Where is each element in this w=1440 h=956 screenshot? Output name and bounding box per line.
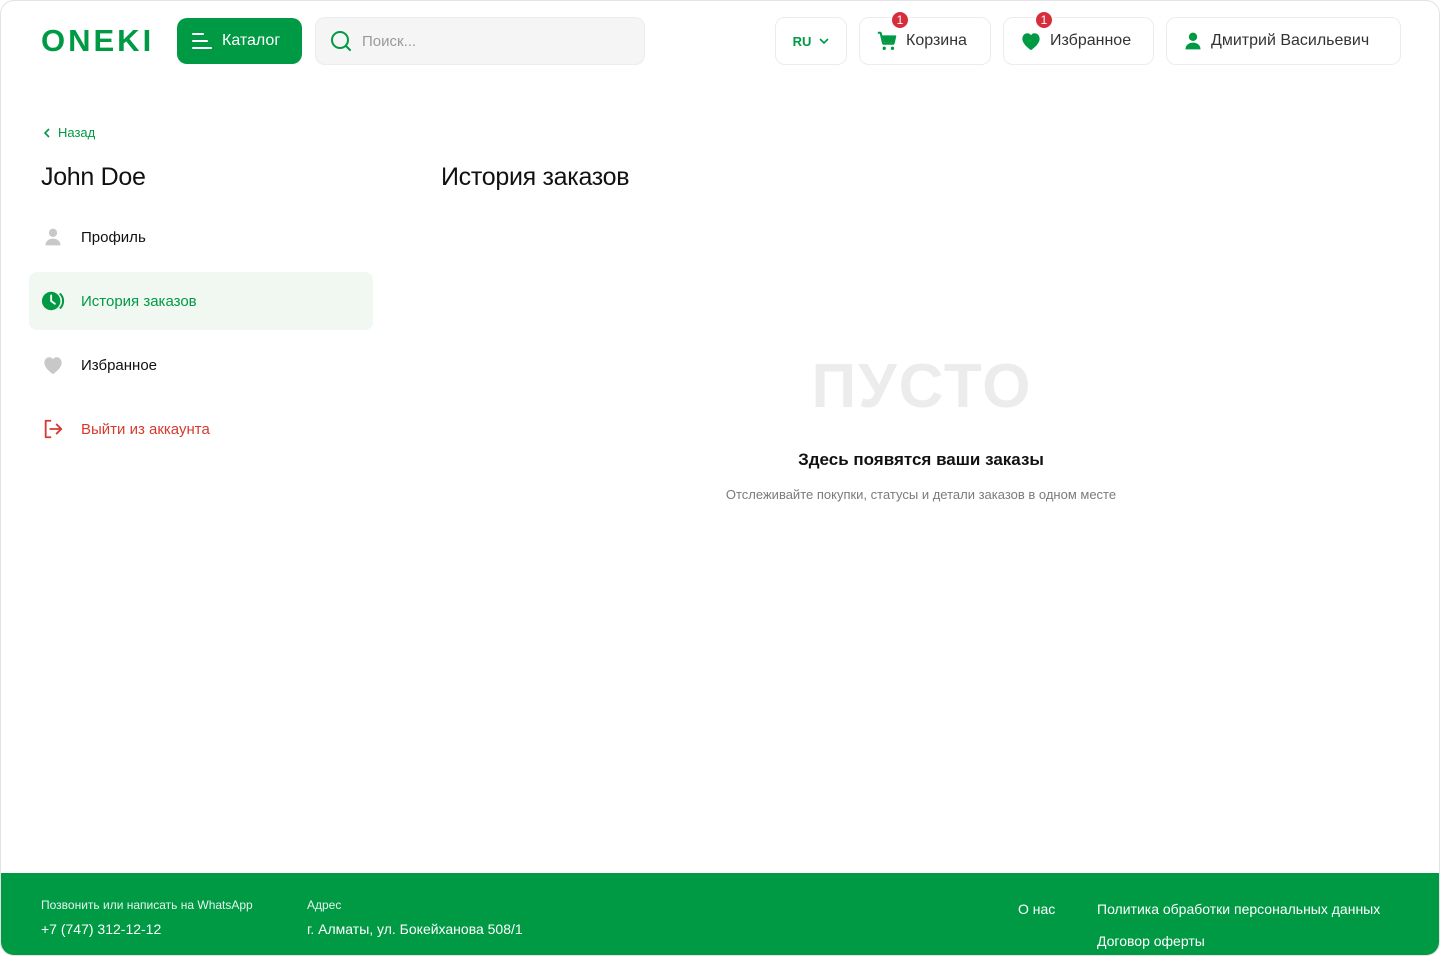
- sidebar-item-label: Профиль: [81, 228, 146, 246]
- history-icon: [41, 289, 65, 313]
- user-account-button[interactable]: Дмитрий Васильевич: [1166, 17, 1401, 65]
- sidebar-item-order-history[interactable]: История заказов: [29, 272, 373, 330]
- logo-text: ONEKI: [41, 23, 155, 58]
- language-value: RU: [792, 33, 812, 49]
- empty-state-title: Здесь появятся ваши заказы: [798, 450, 1044, 469]
- empty-art-text: ПУСТО: [812, 352, 1033, 417]
- chevron-down-icon: [819, 37, 829, 44]
- cart-button[interactable]: 1 Корзина: [859, 10, 991, 65]
- sidebar-item-favorites[interactable]: Избранное: [29, 336, 373, 394]
- search-bar[interactable]: [315, 17, 645, 65]
- logout-icon: [41, 417, 65, 441]
- footer-link-about[interactable]: О нас: [1018, 901, 1055, 917]
- logo[interactable]: ONEKI: [41, 23, 155, 58]
- sidebar-item-label: История заказов: [81, 292, 197, 310]
- footer-link-privacy-policy[interactable]: Политика обработки персональных данных: [1097, 901, 1380, 917]
- empty-state-subtitle: Отслеживайте покупки, статусы и детали з…: [725, 487, 1117, 502]
- chevron-left-icon: [43, 127, 50, 138]
- address-label: Адрес: [307, 898, 342, 912]
- footer: Позвонить или написать на WhatsApp +7 (7…: [1, 873, 1439, 955]
- sidebar-item-profile[interactable]: Профиль: [29, 208, 373, 266]
- empty-state-illustration: ПУСТО: [812, 352, 1033, 417]
- sidebar-item-label: Выйти из аккаунта: [81, 420, 210, 438]
- cart-count-badge: 1: [890, 10, 910, 30]
- search-input[interactable]: [362, 32, 612, 50]
- catalog-label: Каталог: [222, 32, 281, 49]
- language-selector[interactable]: RU: [775, 17, 847, 65]
- sidebar-item-label: Избранное: [81, 356, 158, 374]
- address-value: г. Алматы, ул. Бокейханова 508/1: [307, 921, 523, 937]
- user-icon: [41, 225, 65, 249]
- menu-icon: [192, 33, 212, 49]
- heart-icon: [1022, 33, 1040, 51]
- phone-link[interactable]: +7 (747) 312-12-12: [41, 921, 161, 937]
- heart-icon: [41, 353, 65, 377]
- favorites-count-badge: 1: [1034, 10, 1054, 30]
- favorites-label: Избранное: [1050, 32, 1132, 49]
- search-icon: [331, 31, 351, 51]
- favorites-button[interactable]: 1 Избранное: [1003, 10, 1154, 65]
- app-window: ONEKI Каталог RU 1: [0, 0, 1440, 956]
- top-header: ONEKI Каталог RU 1: [1, 1, 1439, 83]
- catalog-button[interactable]: Каталог: [177, 18, 302, 64]
- sidebar-item-logout[interactable]: Выйти из аккаунта: [29, 400, 373, 458]
- page-title: История заказов: [441, 163, 630, 191]
- user-name-label: Дмитрий Васильевич: [1211, 32, 1370, 49]
- back-link[interactable]: Назад: [43, 125, 95, 140]
- footer-link-offer-agreement[interactable]: Договор оферты: [1097, 933, 1205, 949]
- profile-user-name: John Doe: [41, 163, 146, 191]
- cart-label: Корзина: [906, 32, 967, 49]
- back-label: Назад: [58, 125, 96, 140]
- phone-label: Позвонить или написать на WhatsApp: [41, 898, 253, 912]
- user-icon: [1185, 32, 1201, 50]
- cart-icon: [877, 31, 897, 50]
